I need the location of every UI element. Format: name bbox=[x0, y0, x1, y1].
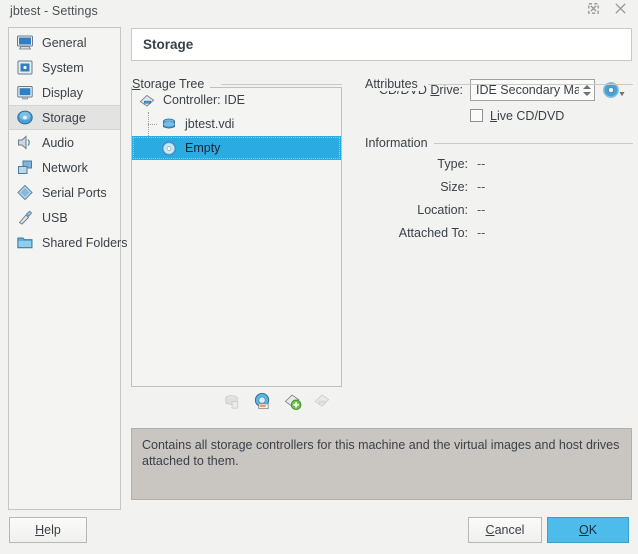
attributes-group-rule bbox=[428, 84, 633, 85]
remove-controller-icon[interactable] bbox=[313, 392, 332, 411]
info-value: -- bbox=[477, 179, 486, 194]
tree-row[interactable]: Empty bbox=[132, 136, 341, 160]
cd-dvd-icon bbox=[161, 140, 177, 156]
sidebar-item-label: System bbox=[42, 60, 84, 75]
usb-icon bbox=[18, 210, 33, 225]
tree-row[interactable]: jbtest.vdi bbox=[132, 112, 341, 136]
sidebar-item-shared-folders[interactable]: Shared Folders bbox=[9, 230, 127, 255]
info-label: Size: bbox=[440, 179, 468, 194]
window-titlebar: jbtest - Settings bbox=[0, 0, 638, 22]
info-value: -- bbox=[477, 202, 486, 217]
attributes-section: CD/DVD Drive: IDE Secondary Maste bbox=[364, 77, 633, 244]
information-group-label: Information bbox=[365, 136, 434, 150]
attributes-group-label: Attributes bbox=[365, 77, 424, 91]
sidebar-item-label: Audio bbox=[42, 135, 74, 150]
add-hard-disk-icon[interactable] bbox=[223, 392, 242, 411]
storage-tree[interactable]: Controller: IDE jbtest.vdi Empty bbox=[131, 87, 342, 387]
sidebar-item-network[interactable]: Network bbox=[9, 155, 120, 180]
storage-tree-toolbar[interactable] bbox=[131, 388, 342, 414]
cancel-button[interactable]: Cancel bbox=[468, 517, 542, 543]
info-row-location: Location: -- bbox=[364, 198, 633, 221]
live-cd-checkbox[interactable] bbox=[470, 109, 483, 122]
window-title: jbtest - Settings bbox=[10, 4, 98, 18]
display-icon bbox=[17, 86, 33, 100]
sidebar-item-label: Storage bbox=[42, 110, 86, 125]
info-value: -- bbox=[477, 225, 486, 240]
info-label: Location: bbox=[417, 202, 468, 217]
info-label: Type: bbox=[437, 156, 468, 171]
chevron-up-icon bbox=[582, 84, 591, 89]
sidebar-item-audio[interactable]: Audio bbox=[9, 130, 120, 155]
info-row-type: Type: -- bbox=[364, 152, 633, 175]
speaker-icon bbox=[18, 135, 30, 150]
info-row-attached-to: Attached To: -- bbox=[364, 221, 633, 244]
sidebar-item-label: USB bbox=[42, 210, 68, 225]
info-row-size: Size: -- bbox=[364, 175, 633, 198]
chevron-down-icon bbox=[582, 91, 591, 96]
monitor-icon bbox=[17, 35, 33, 50]
storage-tree-group-label: Storage Tree bbox=[132, 77, 211, 91]
live-cd-label: Live CD/DVD bbox=[490, 108, 565, 123]
tree-row[interactable]: Controller: IDE bbox=[132, 88, 341, 112]
sidebar-item-serial-ports[interactable]: Serial Ports bbox=[9, 180, 120, 205]
storage-disk-icon bbox=[17, 110, 33, 125]
help-button-label: Help bbox=[35, 523, 61, 537]
dialog-content: General System Display Storage Audio Net… bbox=[0, 22, 638, 554]
settings-page-storage: Storage Storage Tree Controller: IDE jbt… bbox=[129, 25, 635, 554]
network-icon bbox=[18, 160, 32, 174]
settings-category-list[interactable]: General System Display Storage Audio Net… bbox=[8, 27, 127, 510]
sidebar-item-usb[interactable]: USB bbox=[9, 205, 120, 230]
page-title: Storage bbox=[143, 37, 194, 52]
sidebar-item-label: Serial Ports bbox=[42, 185, 107, 200]
sidebar-item-label: Network bbox=[42, 160, 88, 175]
tree-node-label: Empty bbox=[185, 141, 221, 155]
info-value: -- bbox=[477, 156, 486, 171]
serial-port-icon bbox=[17, 184, 33, 201]
sidebar-item-label: Shared Folders bbox=[42, 235, 128, 250]
cd-dvd-drive-select[interactable]: IDE Secondary Maste bbox=[470, 79, 595, 101]
add-cd-dvd-icon[interactable] bbox=[253, 392, 272, 411]
cancel-button-label: Cancel bbox=[485, 523, 525, 537]
window-controls bbox=[586, 1, 628, 16]
sidebar-item-display[interactable]: Display bbox=[9, 80, 120, 105]
storage-tree-group-rule bbox=[221, 84, 342, 85]
maximize-icon[interactable] bbox=[586, 1, 601, 16]
spinner-arrows-icon[interactable] bbox=[579, 80, 594, 100]
sidebar-item-general[interactable]: General bbox=[9, 30, 120, 55]
tree-node-label: Controller: IDE bbox=[163, 93, 245, 107]
info-label: Attached To: bbox=[398, 225, 468, 240]
sidebar-item-storage[interactable]: Storage bbox=[9, 105, 120, 130]
description-box: Contains all storage controllers for thi… bbox=[131, 428, 632, 500]
information-group-rule bbox=[430, 143, 633, 144]
chip-icon bbox=[17, 60, 33, 75]
description-text: Contains all storage controllers for thi… bbox=[142, 438, 620, 468]
cd-dvd-picker-button[interactable] bbox=[602, 80, 626, 100]
hard-disk-icon bbox=[163, 118, 175, 128]
folder-icon bbox=[17, 237, 33, 249]
ok-button-label: OK bbox=[578, 523, 598, 537]
ok-button[interactable]: OK bbox=[547, 517, 629, 543]
close-icon[interactable] bbox=[613, 1, 628, 16]
controller-icon bbox=[139, 94, 155, 107]
add-controller-icon[interactable] bbox=[283, 392, 302, 411]
sidebar-item-label: Display bbox=[42, 85, 83, 100]
help-button[interactable]: Help bbox=[9, 517, 87, 543]
live-cd-row: Live CD/DVD bbox=[364, 103, 633, 128]
sidebar-item-label: General bbox=[42, 35, 87, 50]
sidebar-item-system[interactable]: System bbox=[9, 55, 120, 80]
page-header: Storage bbox=[131, 28, 632, 61]
cd-dvd-drive-value: IDE Secondary Maste bbox=[476, 83, 579, 97]
tree-node-label: jbtest.vdi bbox=[185, 117, 235, 131]
